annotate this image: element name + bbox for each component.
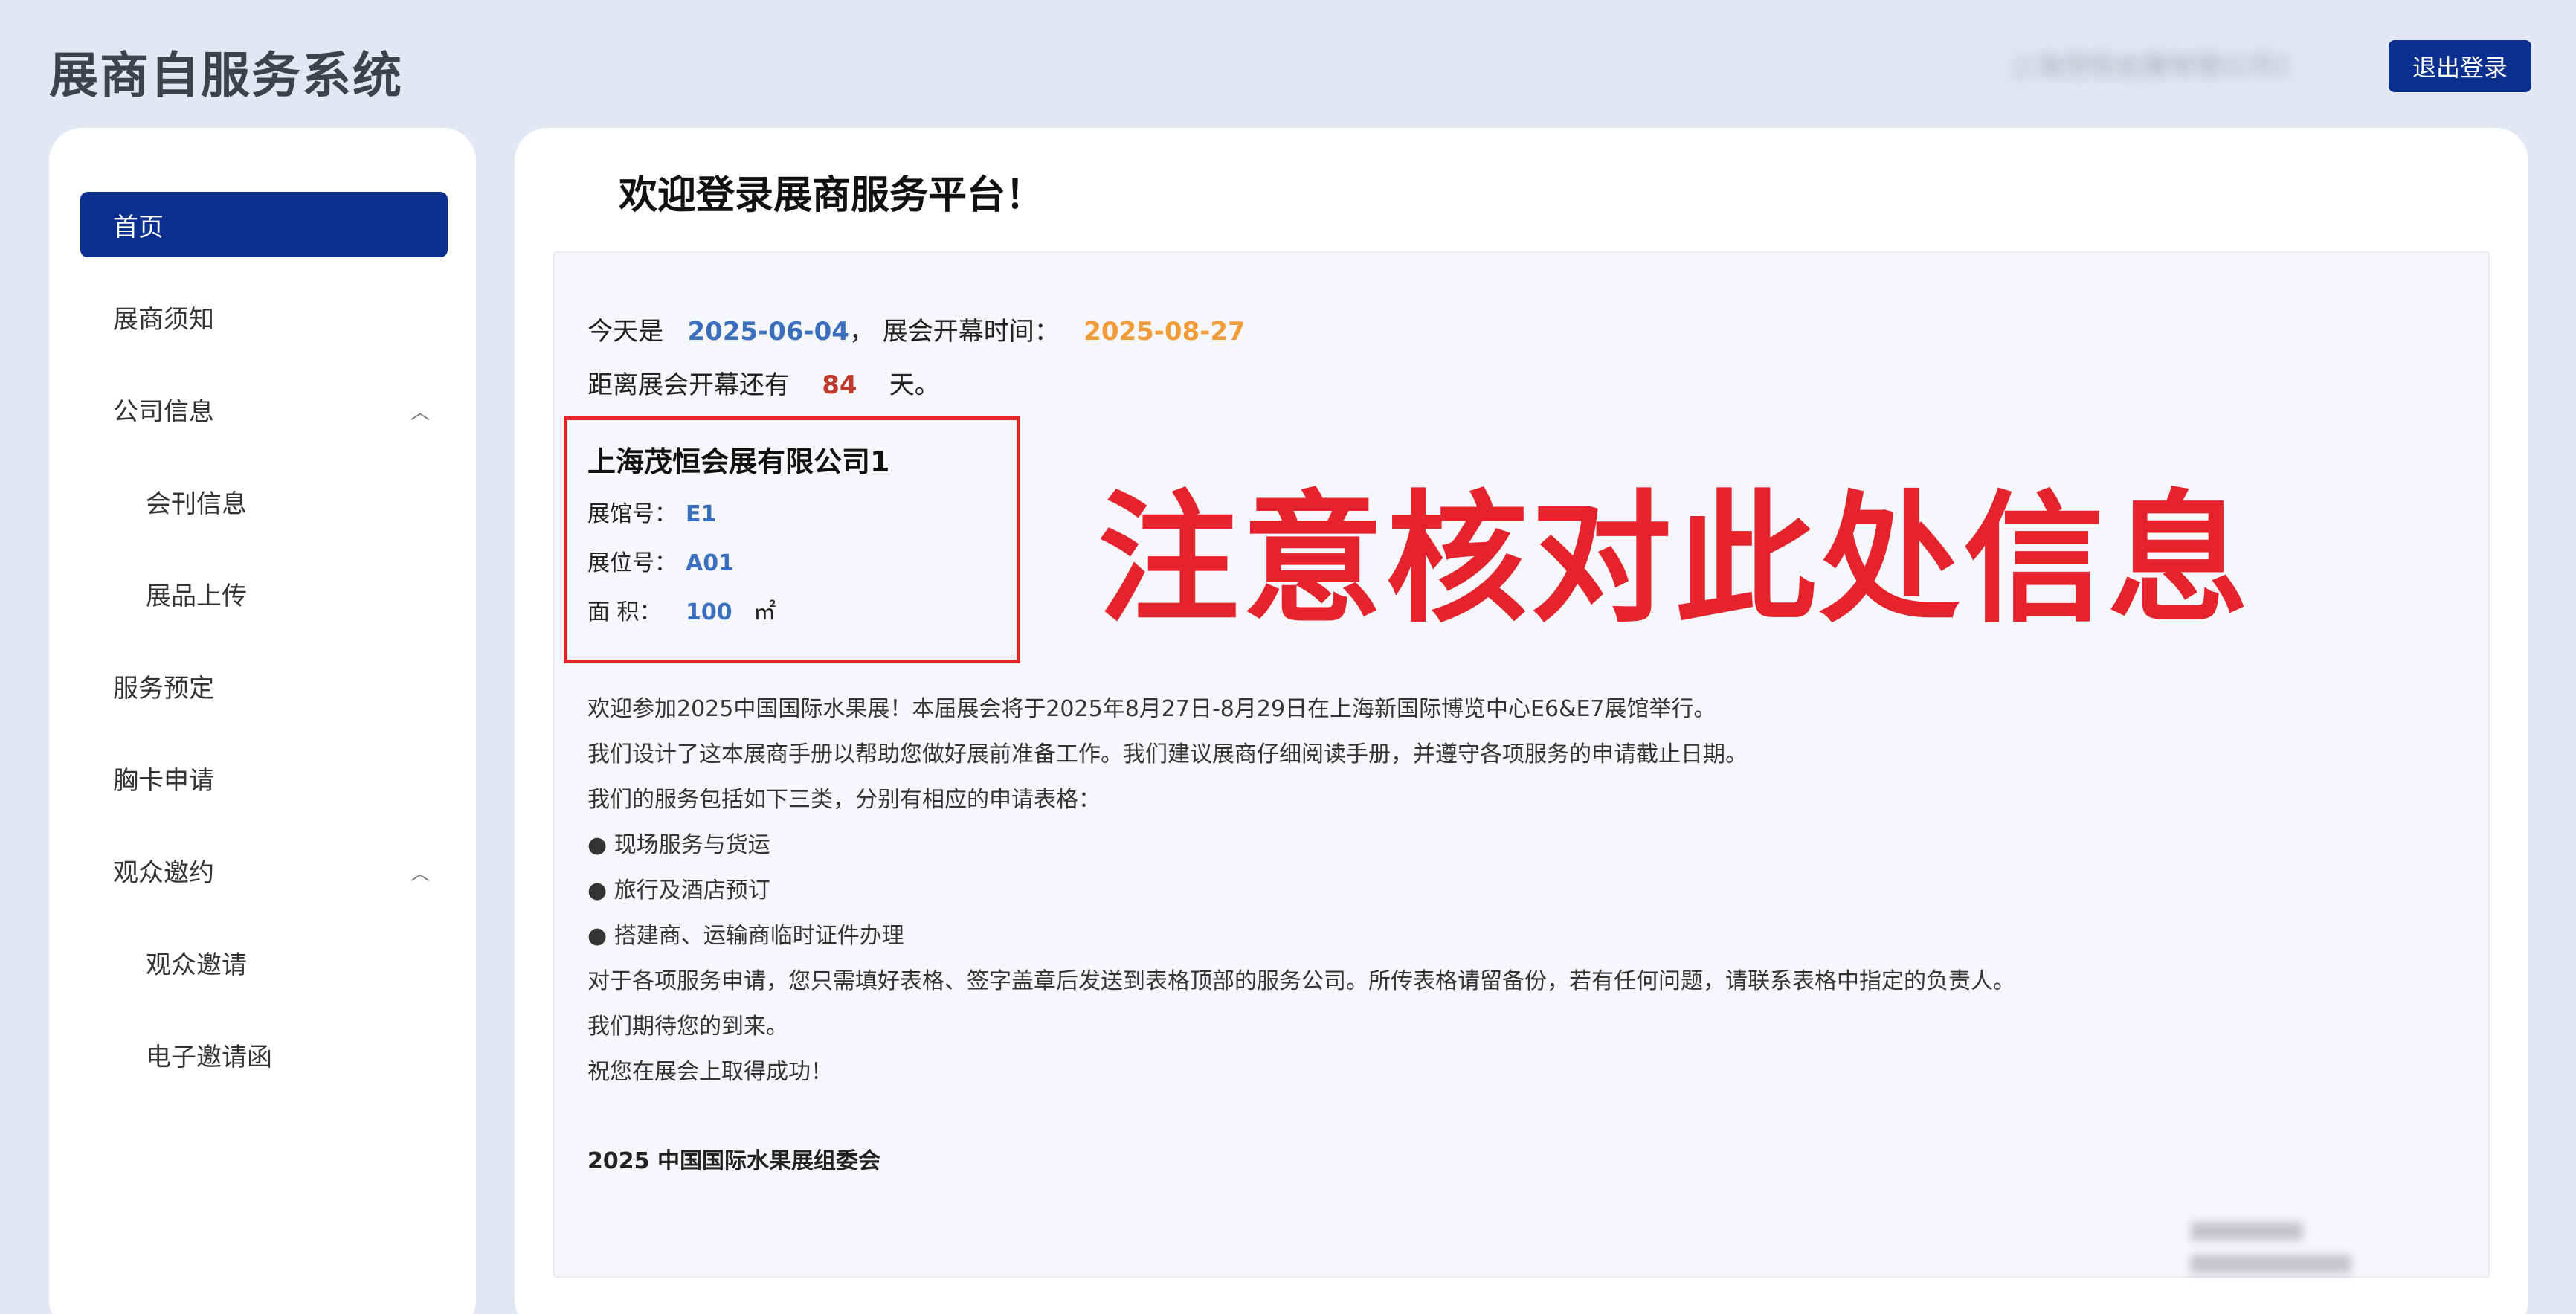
service-list-item: ● 现场服务与货运	[587, 832, 770, 858]
open-date: 2025-08-27	[1083, 317, 1246, 347]
sidebar-item-label: 观众邀请	[146, 950, 247, 980]
booth-field: 展位号： A01	[587, 544, 734, 577]
area-unit: ㎡	[753, 599, 776, 625]
sidebar-item-service-booking[interactable]: 服务预定	[80, 653, 448, 718]
sidebar-item-label: 首页	[113, 212, 164, 242]
sidebar-item-label: 观众邀约	[113, 857, 214, 888]
main-panel: 欢迎登录展商服务平台！ 今天是 2025-06-04， 展会开幕时间： 2025…	[515, 128, 2528, 1314]
signature: 2025 中国国际水果展组委会	[587, 1148, 880, 1174]
hall-field: 展馆号： E1	[587, 495, 716, 528]
date-line: 今天是 2025-06-04， 展会开幕时间： 2025-08-27	[587, 311, 1246, 347]
open-prefix: ， 展会开幕时间：	[849, 317, 1060, 347]
service-list-item: ● 旅行及酒店预订	[587, 877, 770, 904]
countdown-suffix: 天。	[889, 370, 940, 400]
sidebar-item-product-upload[interactable]: 展品上传	[80, 561, 448, 626]
sidebar-item-exhibitor-notice[interactable]: 展商须知	[80, 284, 448, 350]
chevron-up-icon[interactable]: ︿	[410, 858, 430, 886]
app-title: 展商自服务系统	[49, 47, 403, 104]
sidebar-item-label: 会刊信息	[146, 489, 247, 519]
sidebar-item-badge-application[interactable]: 胸卡申请	[80, 745, 448, 811]
intro-paragraph: 祝您在展会上取得成功！	[587, 1059, 833, 1085]
sidebar-item-label: 服务预定	[113, 673, 214, 703]
booth-label: 展位号：	[587, 550, 677, 576]
countdown-line: 距离展会开幕还有 84 天。	[587, 364, 940, 401]
logout-button[interactable]: 退出登录	[2389, 40, 2531, 92]
sidebar-item-label: 公司信息	[113, 396, 214, 427]
area-value: 100	[686, 599, 732, 625]
intro-paragraph: 欢迎参加2025中国国际水果展！本届展会将于2025年8月27日-8月29日在上…	[587, 696, 1716, 722]
intro-paragraph: 我们期待您的到来。	[587, 1014, 788, 1040]
area-field: 面 积： 100 ㎡	[587, 593, 776, 626]
sidebar-item-label: 展品上传	[146, 581, 247, 611]
today-date: 2025-06-04	[687, 317, 849, 347]
booth-value: A01	[686, 550, 734, 576]
intro-paragraph: 我们设计了这本展商手册以帮助您做好展前准备工作。我们建议展商仔细阅读手册，并遵守…	[587, 741, 1748, 767]
today-prefix: 今天是	[587, 317, 663, 347]
company-name: 上海茂恒会展有限公司1	[587, 445, 890, 478]
area-label: 面 积：	[587, 599, 662, 625]
sidebar-item-visitor-invitation[interactable]: 观众邀请	[80, 930, 448, 995]
sidebar-item-label: 胸卡申请	[113, 765, 214, 796]
service-list-item: ● 搭建商、运输商临时证件办理	[587, 923, 904, 949]
sidebar-item-label: 展商须知	[113, 304, 214, 335]
hall-value: E1	[686, 501, 717, 527]
sidebar-item-home[interactable]: 首页	[80, 192, 448, 257]
intro-paragraph: 对于各项服务申请，您只需填好表格、签字盖章后发送到表格顶部的服务公司。所传表格请…	[587, 968, 2015, 994]
sidebar-item-e-invitation[interactable]: 电子邀请函	[80, 1022, 448, 1087]
sidebar: 首页 展商须知 公司信息 ︿ 会刊信息 展品上传 服务预定 胸卡申请 观众邀约 …	[49, 128, 476, 1314]
sidebar-item-catalog-info[interactable]: 会刊信息	[80, 468, 448, 534]
countdown-days: 84	[822, 370, 857, 400]
user-name: 上海茂恒会展有限公司1	[2008, 51, 2293, 82]
countdown-prefix: 距离展会开幕还有	[587, 370, 790, 400]
warning-annotation: 注意核对此处信息	[1098, 477, 2253, 642]
chevron-up-icon[interactable]: ︿	[410, 397, 430, 425]
sidebar-item-label: 电子邀请函	[146, 1042, 272, 1072]
hall-label: 展馆号：	[587, 501, 677, 527]
welcome-title: 欢迎登录展商服务平台！	[619, 173, 1045, 218]
intro-paragraph: 我们的服务包括如下三类，分别有相应的申请表格：	[587, 787, 1101, 813]
sidebar-item-visitor-invite[interactable]: 观众邀约 ︿	[80, 837, 448, 903]
blurred-watermark: ▆▆▆▆▆▆▆ ▆▆▆▆▆▆▆▆▆▆	[2191, 1216, 2351, 1273]
sidebar-item-company-info[interactable]: 公司信息 ︿	[80, 376, 448, 442]
info-card: 今天是 2025-06-04， 展会开幕时间： 2025-08-27 距离展会开…	[553, 251, 2490, 1278]
